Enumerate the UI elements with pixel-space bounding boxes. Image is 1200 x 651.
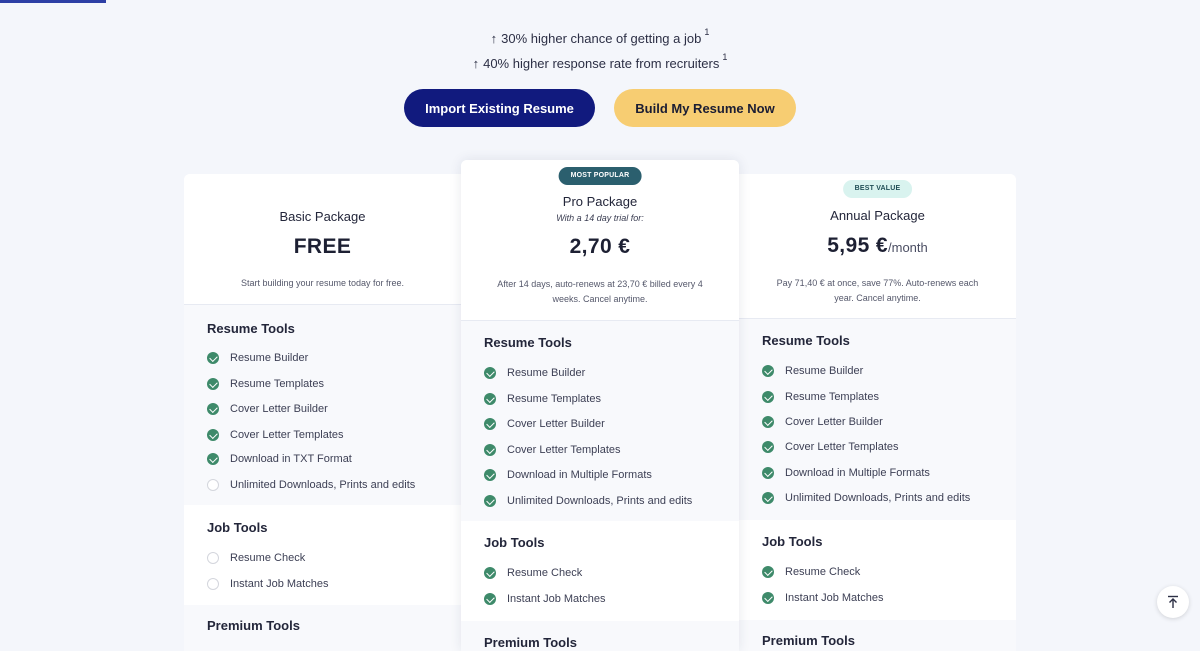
check-icon xyxy=(762,365,774,377)
top-progress-line xyxy=(0,0,106,3)
feature-item: Unlimited Downloads, Prints and edits xyxy=(484,493,692,509)
benefit-item: ↑ 30% higher chance of getting a job 1 xyxy=(0,22,1200,47)
feature-item: Unlimited Downloads, Prints and edits xyxy=(762,490,970,506)
check-icon xyxy=(762,391,774,403)
resume-tools-section: Resume Tools Resume Builder Resume Templ… xyxy=(184,305,461,505)
feature-item: Resume Check xyxy=(762,564,860,580)
job-tools-section: Job Tools Resume Check Instant Job Match… xyxy=(739,520,1016,620)
feature-item: Cover Letter Templates xyxy=(762,439,899,455)
check-icon xyxy=(484,418,496,430)
package-price: 5,95 €/month xyxy=(827,234,928,257)
feature-item: Resume Builder xyxy=(762,363,863,379)
section-title: Resume Tools xyxy=(207,321,295,336)
feature-item: Unlimited Downloads, Prints and edits xyxy=(207,477,415,493)
most-popular-badge: MOST POPULAR xyxy=(558,167,642,185)
benefit-item: ↑ 40% higher response rate from recruiter… xyxy=(0,47,1200,72)
price-unit: /month xyxy=(888,240,928,255)
feature-item: Instant Job Matches xyxy=(484,591,605,607)
check-icon xyxy=(484,469,496,481)
section-title: Resume Tools xyxy=(484,335,572,350)
check-icon xyxy=(484,393,496,405)
feature-item: Resume Templates xyxy=(762,389,879,405)
package-note: Pay 71,40 € at once, save 77%. Auto-rene… xyxy=(776,278,979,303)
section-title: Job Tools xyxy=(484,535,545,550)
section-title: Resume Tools xyxy=(762,333,850,348)
check-icon xyxy=(207,429,219,441)
check-icon xyxy=(762,592,774,604)
footnote-ref[interactable]: 1 xyxy=(722,52,727,62)
check-icon xyxy=(207,352,219,364)
check-icon xyxy=(207,403,219,415)
feature-item: Resume Check xyxy=(207,550,305,566)
unavailable-icon xyxy=(207,578,219,590)
feature-item: Cover Letter Builder xyxy=(762,414,883,430)
check-icon xyxy=(207,378,219,390)
package-price: FREE xyxy=(293,235,352,258)
basic-package-card[interactable]: Basic Package FREE Start building your r… xyxy=(184,174,461,651)
feature-item: Cover Letter Templates xyxy=(207,427,344,443)
package-header: BEST VALUE Annual Package 5,95 €/month P… xyxy=(739,174,1016,319)
import-resume-button[interactable]: Import Existing Resume xyxy=(404,89,595,127)
check-icon xyxy=(207,453,219,465)
feature-item: Resume Templates xyxy=(484,391,601,407)
check-icon xyxy=(484,367,496,379)
feature-item: Cover Letter Builder xyxy=(207,401,328,417)
feature-item: Cover Letter Templates xyxy=(484,442,621,458)
feature-item: Resume Builder xyxy=(207,350,308,366)
check-icon xyxy=(762,566,774,578)
feature-item: Instant Job Matches xyxy=(207,576,328,592)
pro-package-card[interactable]: MOST POPULAR Pro Package With a 14 day t… xyxy=(461,160,739,651)
arrow-up-icon: ↑ xyxy=(490,31,498,46)
unavailable-icon xyxy=(207,479,219,491)
package-price: 2,70 € xyxy=(569,235,631,258)
feature-item: Instant Job Matches xyxy=(762,590,883,606)
check-icon xyxy=(484,567,496,579)
section-title: Premium Tools xyxy=(207,618,300,633)
job-tools-section: Job Tools Resume Check Instant Job Match… xyxy=(184,505,461,605)
feature-item: Resume Builder xyxy=(484,365,585,381)
section-title: Premium Tools xyxy=(484,635,577,650)
check-icon xyxy=(484,444,496,456)
check-icon xyxy=(484,495,496,507)
section-title: Premium Tools xyxy=(762,633,855,648)
package-name: Basic Package xyxy=(279,209,366,224)
benefit-text: 30% higher chance of getting a job xyxy=(501,31,702,46)
unavailable-icon xyxy=(207,552,219,564)
feature-item: Resume Check xyxy=(484,565,582,581)
check-icon xyxy=(762,416,774,428)
package-note: Start building your resume today for fre… xyxy=(240,278,405,288)
premium-tools-section: Premium Tools xyxy=(739,620,1016,651)
section-title: Job Tools xyxy=(762,534,823,549)
feature-item: Download in Multiple Formats xyxy=(484,467,652,483)
feature-item: Cover Letter Builder xyxy=(484,416,605,432)
feature-item: Download in TXT Format xyxy=(207,451,352,467)
footnote-ref[interactable]: 1 xyxy=(704,27,709,37)
job-tools-section: Job Tools Resume Check Instant Job Match… xyxy=(461,521,739,621)
feature-item: Resume Templates xyxy=(207,376,324,392)
premium-tools-section: Premium Tools xyxy=(184,605,461,651)
package-name: Annual Package xyxy=(830,208,925,223)
benefits-list: ↑ 30% higher chance of getting a job 1 ↑ 40… xyxy=(0,22,1200,72)
check-icon xyxy=(762,492,774,504)
check-icon xyxy=(484,593,496,605)
package-header: MOST POPULAR Pro Package With a 14 day t… xyxy=(461,160,739,321)
check-icon xyxy=(762,441,774,453)
scroll-to-top-button[interactable] xyxy=(1157,586,1189,618)
package-name: Pro Package xyxy=(562,194,638,209)
package-header: Basic Package FREE Start building your r… xyxy=(184,174,461,305)
premium-tools-section: Premium Tools xyxy=(461,621,739,651)
annual-package-card[interactable]: BEST VALUE Annual Package 5,95 €/month P… xyxy=(739,174,1016,651)
check-icon xyxy=(762,467,774,479)
build-resume-button[interactable]: Build My Resume Now xyxy=(614,89,796,127)
arrow-to-top-icon xyxy=(1168,595,1178,608)
package-note: After 14 days, auto-renews at 23,70 € bi… xyxy=(497,279,703,304)
resume-tools-section: Resume Tools Resume Builder Resume Templ… xyxy=(739,319,1016,520)
section-title: Job Tools xyxy=(207,520,268,535)
package-subtitle: With a 14 day trial for: xyxy=(556,213,644,223)
feature-item: Download in Multiple Formats xyxy=(762,465,930,481)
benefit-text: 40% higher response rate from recruiters xyxy=(483,56,720,71)
resume-tools-section: Resume Tools Resume Builder Resume Templ… xyxy=(461,321,739,521)
best-value-badge: BEST VALUE xyxy=(842,180,913,198)
arrow-up-icon: ↑ xyxy=(472,56,480,71)
